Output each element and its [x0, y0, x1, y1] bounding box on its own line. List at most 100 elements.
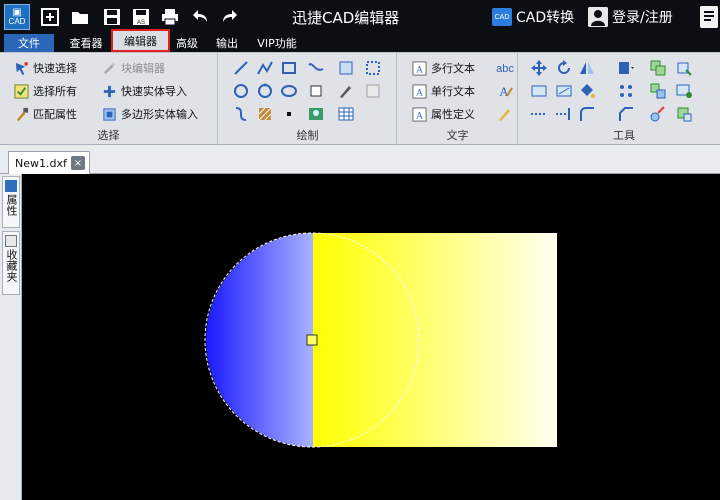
side-tab-properties[interactable]: 属性: [2, 176, 20, 228]
svg-text:AS: AS: [137, 20, 145, 26]
text-style-icon[interactable]: abc: [496, 59, 514, 77]
tab-output[interactable]: 输出: [212, 34, 242, 52]
spline-tool-icon[interactable]: [307, 59, 325, 77]
svg-text:A: A: [499, 84, 509, 99]
select-all-label: 选择所有: [33, 85, 77, 98]
line-tool-icon[interactable]: [232, 59, 250, 77]
polygon-tool-icon[interactable]: [307, 82, 325, 100]
rotate-tool-icon[interactable]: [555, 59, 573, 77]
hatch-tool-icon[interactable]: [256, 105, 274, 123]
close-icon[interactable]: ×: [71, 156, 85, 170]
move-tool-icon[interactable]: [530, 59, 548, 77]
copy-tool-icon[interactable]: [649, 59, 667, 77]
tab-file[interactable]: 文件: [4, 34, 54, 52]
quick-entity-import-button[interactable]: 快速实体导入: [102, 81, 187, 101]
app-logo: ▣ CAD: [4, 4, 30, 30]
region-tool-icon[interactable]: [364, 59, 382, 77]
open-folder-icon[interactable]: [70, 7, 90, 27]
drawing-canvas[interactable]: [23, 175, 720, 500]
text-pencil-icon[interactable]: [496, 105, 514, 123]
quick-select-label: 快速选择: [33, 62, 77, 75]
undo-icon[interactable]: [191, 7, 211, 27]
properties-dropdown-icon[interactable]: [617, 59, 635, 77]
select-all-button[interactable]: 选择所有: [14, 81, 77, 101]
tab-viewer[interactable]: 查看器: [62, 34, 110, 52]
attribute-definition-button[interactable]: A 属性定义: [412, 104, 475, 124]
multiline-text-icon: A: [412, 60, 427, 76]
app-logo-text: CAD: [8, 17, 26, 26]
tools-group-label: 工具: [613, 129, 635, 142]
chamfer-tool-icon[interactable]: [617, 105, 635, 123]
point-tool-icon[interactable]: [280, 105, 298, 123]
side-tab-favorites-label: 收藏夹: [5, 249, 18, 282]
polyline-tool-icon[interactable]: [256, 59, 274, 77]
offset-tool-icon[interactable]: [649, 82, 667, 100]
block-editor-label: 块编辑器: [121, 62, 165, 75]
fillet-tool-icon[interactable]: [578, 105, 596, 123]
side-tab-properties-label: 属性: [5, 194, 18, 216]
block-editor-icon: [103, 62, 116, 74]
blue-gradient-half-circle[interactable]: [206, 233, 313, 447]
tab-editor-label: 编辑器: [124, 34, 157, 48]
explode-tool-icon[interactable]: [649, 105, 667, 123]
user-icon: [588, 7, 608, 27]
join-tool-icon[interactable]: [675, 105, 693, 123]
login-button[interactable]: 登录/注册: [588, 7, 673, 27]
properties-icon: [5, 180, 17, 192]
extra-button[interactable]: [700, 4, 720, 30]
scale-tool-icon[interactable]: [555, 82, 573, 100]
rectangle-tool-icon[interactable]: [280, 59, 298, 77]
ribbon-group-draw: 绘制: [219, 53, 397, 145]
brush-icon: [16, 107, 29, 121]
single-line-text-icon: A: [412, 83, 427, 99]
tab-advanced[interactable]: 高级: [172, 34, 202, 52]
multiline-text-button[interactable]: A 多行文本: [412, 58, 475, 78]
print-icon[interactable]: [160, 7, 180, 27]
single-line-text-button[interactable]: A 单行文本: [412, 81, 475, 101]
ellipse-tool-icon[interactable]: [280, 82, 298, 100]
tab-vip[interactable]: VIP功能: [252, 34, 302, 52]
cad-convert-button[interactable]: CAD CAD转换: [492, 7, 574, 27]
match-properties-label: 匹配属性: [33, 108, 77, 121]
trim-tool-icon[interactable]: [530, 105, 548, 123]
circle-tool-icon[interactable]: [232, 82, 250, 100]
new-icon[interactable]: [40, 7, 60, 27]
save-icon[interactable]: [102, 7, 122, 27]
save-as-icon[interactable]: AS: [131, 7, 151, 27]
login-label: 登录/注册: [612, 10, 673, 26]
menu-bar: 文件 查看器 编辑器 高级 输出 VIP功能: [0, 29, 720, 52]
curve-tool-icon[interactable]: [232, 105, 250, 123]
arc-tool-icon[interactable]: [256, 82, 274, 100]
attribute-definition-icon: A: [412, 106, 427, 122]
redo-icon[interactable]: [219, 7, 239, 27]
polygon-entity-input-button[interactable]: 多边形实体输入: [102, 104, 198, 124]
document-tab-label: New1.dxf: [15, 156, 67, 170]
table-tool-icon[interactable]: [337, 105, 355, 123]
layer-tool-icon[interactable]: [675, 59, 693, 77]
mirror-tool-icon[interactable]: [578, 59, 596, 77]
document-tab[interactable]: New1.dxf ×: [8, 151, 90, 174]
paint-bucket-icon[interactable]: [578, 82, 596, 100]
pen-tool-icon[interactable]: [337, 82, 355, 100]
tab-editor[interactable]: 编辑器: [111, 29, 170, 52]
quick-select-button[interactable]: 快速选择: [14, 58, 77, 78]
extend-tool-icon[interactable]: [555, 105, 573, 123]
hatch-disabled-icon[interactable]: [364, 82, 382, 100]
block-editor-button[interactable]: 块编辑器: [102, 58, 165, 78]
match-properties-button[interactable]: 匹配属性: [14, 104, 77, 124]
stretch-tool-icon[interactable]: [530, 82, 548, 100]
app-window: ▣ CAD AS 迅捷CAD编辑器 CAD CAD转换 登录/注册 文件 查看器…: [0, 0, 720, 500]
attribute-definition-label: 属性定义: [431, 108, 475, 121]
svg-text:abc: abc: [496, 63, 514, 75]
array-tool-icon[interactable]: [617, 82, 635, 100]
image-tool-icon[interactable]: [307, 105, 325, 123]
svg-text:A: A: [416, 65, 423, 75]
block-insert-icon[interactable]: [337, 59, 355, 77]
document-tab-strip: New1.dxf ×: [0, 145, 720, 174]
text-edit-icon[interactable]: A: [496, 82, 514, 100]
group-tool-icon[interactable]: [675, 82, 693, 100]
circle-center-grip[interactable]: [306, 334, 318, 346]
yellow-gradient-rectangle[interactable]: [313, 233, 557, 447]
svg-text:A: A: [416, 88, 423, 98]
side-tab-favorites[interactable]: 收藏夹: [2, 231, 20, 295]
